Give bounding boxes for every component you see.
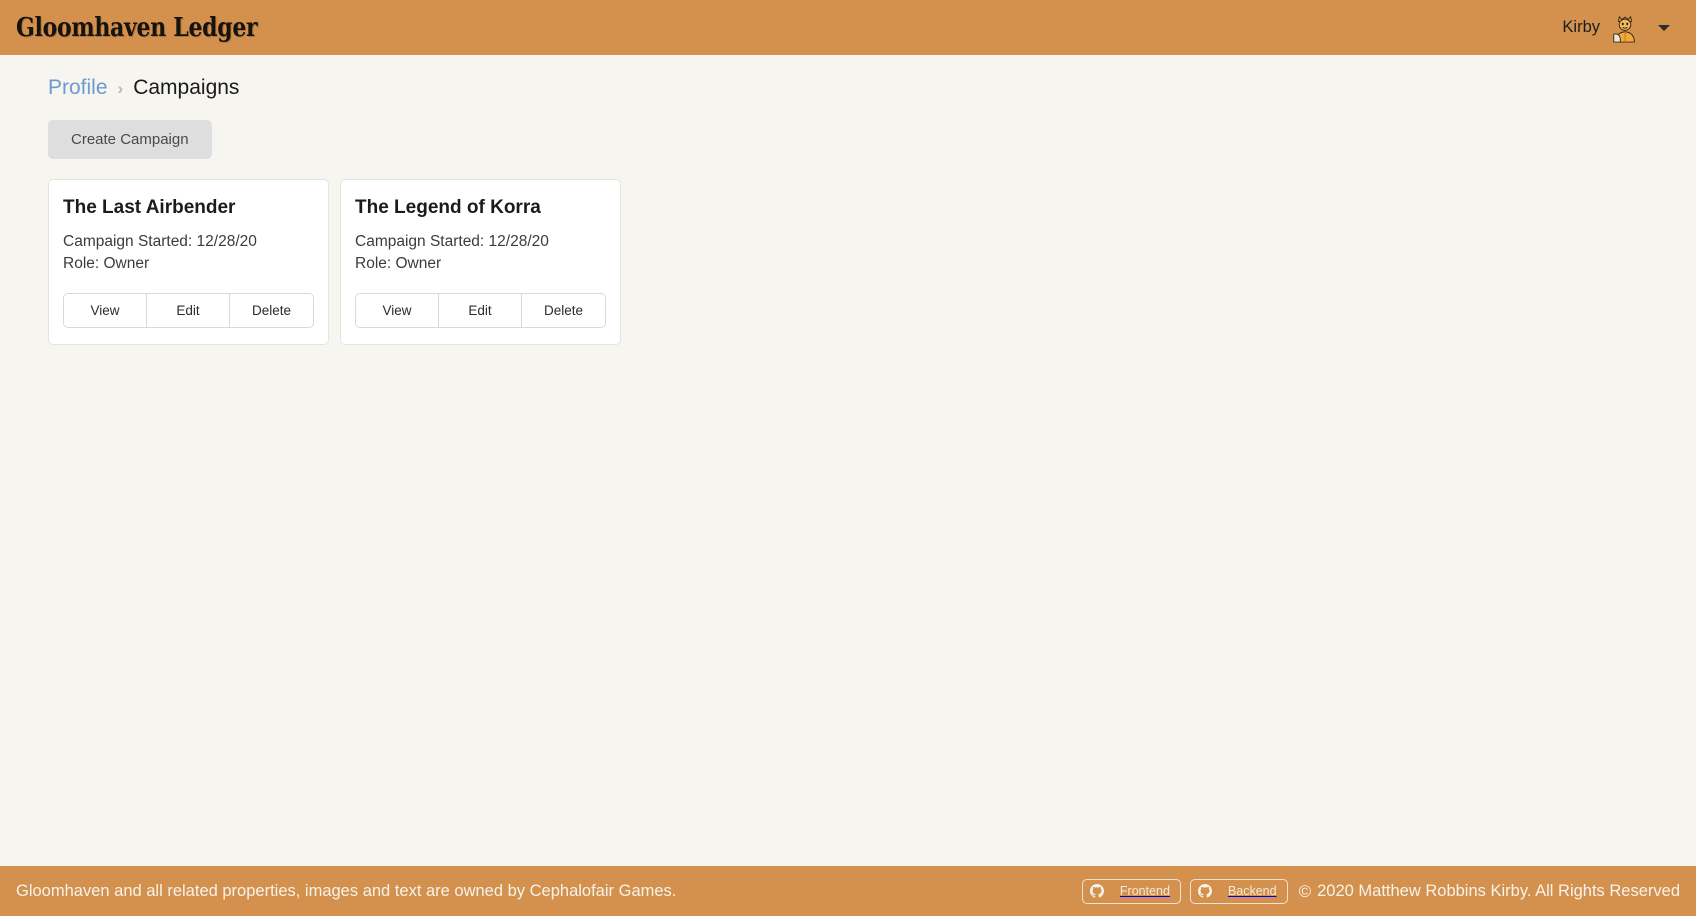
- campaign-title: The Legend of Korra: [355, 197, 541, 218]
- campaign-card-list: The Last Airbender Campaign Started: 12/…: [48, 179, 1696, 345]
- campaign-action-group: View Edit Delete: [355, 292, 606, 328]
- github-icon: [1197, 884, 1212, 898]
- edit-campaign-button[interactable]: Edit: [439, 293, 522, 327]
- breadcrumb-item-campaigns: Campaigns: [133, 76, 240, 99]
- edit-campaign-button[interactable]: Edit: [147, 293, 230, 327]
- delete-campaign-button[interactable]: Delete: [522, 293, 605, 327]
- chevron-down-icon[interactable]: [1658, 24, 1670, 31]
- view-campaign-button[interactable]: View: [64, 293, 147, 327]
- github-icon: [1089, 884, 1104, 898]
- frontend-repo-label: Frontend: [1119, 883, 1170, 898]
- breadcrumb-separator-icon: ›: [117, 79, 124, 98]
- page-footer: Gloomhaven and all related properties, i…: [0, 866, 1696, 916]
- main-content: Profile › Campaigns Create Campaign The …: [0, 55, 1696, 345]
- backend-repo-badge[interactable]: Backend: [1189, 878, 1288, 904]
- backend-repo-label: Backend: [1227, 883, 1277, 898]
- copyright-icon: ©: [1298, 881, 1312, 901]
- footer-links: Frontend Backend © 2020 Matthew Robbins …: [1081, 878, 1684, 904]
- character-portrait-icon: [1610, 13, 1640, 43]
- breadcrumb-item-profile[interactable]: Profile: [48, 77, 108, 98]
- campaign-start-date: Campaign Started: 12/28/20: [355, 233, 549, 250]
- copyright-notice: © 2020 Matthew Robbins Kirby. All Rights…: [1299, 883, 1684, 900]
- user-name-label: Kirby: [1562, 18, 1600, 37]
- campaign-action-group: View Edit Delete: [63, 292, 314, 328]
- campaign-start-date: Campaign Started: 12/28/20: [63, 233, 257, 250]
- copyright-text: 2020 Matthew Robbins Kirby. All Rights R…: [1317, 881, 1680, 900]
- user-menu[interactable]: Kirby: [1562, 13, 1678, 43]
- campaign-card: The Legend of Korra Campaign Started: 12…: [340, 179, 621, 345]
- delete-campaign-button[interactable]: Delete: [230, 293, 313, 327]
- create-campaign-button[interactable]: Create Campaign: [48, 120, 212, 159]
- frontend-repo-badge[interactable]: Frontend: [1081, 878, 1181, 904]
- campaign-role: Role: Owner: [355, 255, 442, 273]
- campaign-role: Role: Owner: [63, 255, 150, 273]
- breadcrumb: Profile › Campaigns: [48, 77, 1696, 98]
- campaign-card: The Last Airbender Campaign Started: 12/…: [48, 179, 329, 345]
- top-navbar: Gloomhaven Ledger Kirby: [0, 0, 1696, 55]
- app-brand-title[interactable]: Gloomhaven Ledger: [16, 15, 258, 41]
- view-campaign-button[interactable]: View: [356, 293, 439, 327]
- campaign-title: The Last Airbender: [63, 197, 236, 218]
- footer-attribution: Gloomhaven and all related properties, i…: [16, 881, 677, 900]
